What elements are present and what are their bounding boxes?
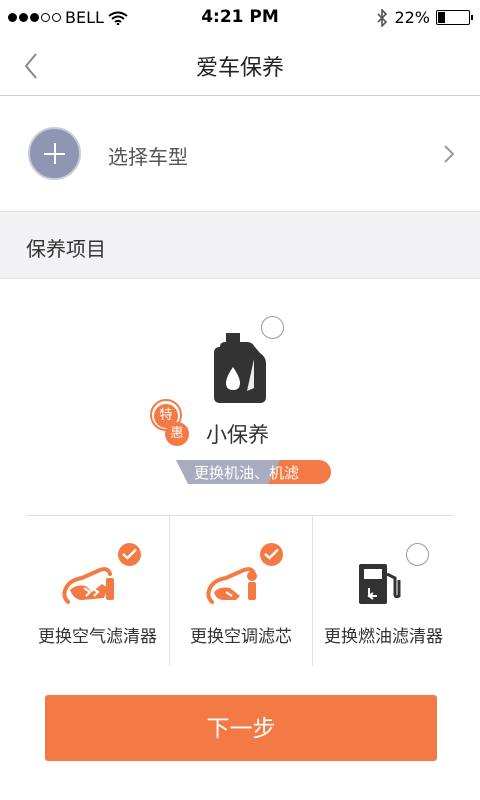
check-icon[interactable] xyxy=(118,543,141,566)
chevron-right-icon xyxy=(444,145,455,163)
select-car-row[interactable]: 选择车型 xyxy=(0,97,480,211)
package-name: 小保养 xyxy=(206,423,269,447)
next-step-button[interactable]: 下一步 xyxy=(45,695,437,761)
battery-icon xyxy=(436,10,473,25)
check-icon[interactable] xyxy=(260,543,283,566)
select-car-label: 选择车型 xyxy=(108,145,188,169)
air-filter-icon xyxy=(62,567,114,604)
battery-percent: 22% xyxy=(394,8,430,27)
package-tag-text-orange: 机滤 xyxy=(269,464,300,482)
plus-circle-icon[interactable] xyxy=(28,127,81,180)
bluetooth-icon xyxy=(377,8,388,27)
status-bar: BELL 4:21 PM 22% xyxy=(0,0,480,36)
section-title: 保养项目 xyxy=(26,237,106,261)
main-package-radio[interactable] xyxy=(261,316,284,339)
service-item-air-filter[interactable]: 更换空气滤清器 xyxy=(26,516,169,666)
package-tag-text: 更换机油、机滤 xyxy=(194,462,299,483)
package-tag: 更换机油、机滤 xyxy=(176,460,331,484)
service-item-label: 更换空气滤清器 xyxy=(38,627,157,647)
service-item-fuel-filter[interactable]: 更换燃油滤清器 xyxy=(312,516,454,666)
ac-filter-icon xyxy=(206,567,257,604)
main-package-card[interactable]: 特 惠 小保养 更换机油、机滤 xyxy=(0,279,480,516)
page-title: 爱车保养 xyxy=(195,56,284,81)
service-item-ac-filter[interactable]: 更换空调滤芯 xyxy=(169,516,312,666)
battery-fill xyxy=(438,12,446,23)
status-right: 22% xyxy=(376,8,473,27)
fuel-pump-icon xyxy=(359,564,401,604)
oil-bottle-icon xyxy=(214,333,266,403)
package-tag-text-gray: 更换机油、 xyxy=(194,464,270,482)
nav-bar: 爱车保养 xyxy=(0,36,480,96)
section-header: 保养项目 xyxy=(0,211,480,279)
service-items: 更换空气滤清器 更换空调滤芯 更换燃油滤清器 xyxy=(26,516,454,666)
service-item-label: 更换空调滤芯 xyxy=(190,627,292,647)
discount-badge-bottom: 惠 xyxy=(165,422,189,446)
service-item-label: 更换燃油滤清器 xyxy=(324,627,443,647)
